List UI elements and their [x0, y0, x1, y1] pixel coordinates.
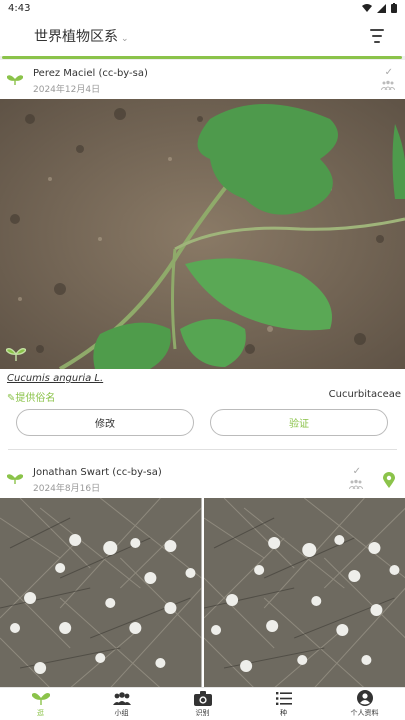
filter-button[interactable] — [369, 29, 385, 43]
battery-icon — [391, 3, 397, 13]
sprout-icon — [31, 690, 50, 706]
app-title: 世界植物区系 — [34, 29, 118, 45]
sprout-badge-icon — [6, 347, 26, 361]
family-name[interactable]: Cucurbitaceae — [329, 389, 401, 400]
group-icon — [112, 690, 131, 706]
group-icon — [349, 479, 363, 489]
nav-groups[interactable]: 小组 — [81, 688, 162, 720]
bottom-nav: 逛 小组 识别 种 个人资料 — [0, 687, 405, 720]
profile-icon — [356, 690, 374, 706]
location-pin-icon[interactable] — [383, 472, 395, 488]
nav-label: 逛 — [37, 709, 44, 717]
flora-selector[interactable]: 世界植物区系 ⌄ — [34, 26, 129, 46]
wifi-icon — [362, 4, 372, 12]
action-row: 修改 验证 — [0, 405, 405, 449]
camera-icon — [193, 690, 212, 706]
nav-label: 种 — [280, 709, 287, 717]
nav-label: 个人资料 — [350, 709, 379, 717]
nav-label: 小组 — [114, 709, 129, 717]
status-icons — [362, 3, 397, 13]
filter-line-icon — [370, 29, 384, 31]
nav-explore[interactable]: 逛 — [0, 688, 81, 720]
edit-button[interactable]: 修改 — [16, 409, 194, 436]
verify-button[interactable]: 验证 — [210, 409, 388, 436]
observer-name[interactable]: Perez Maciel (cc-by-sa) — [33, 68, 148, 79]
observation-date: 2024年12月4日 — [33, 85, 101, 95]
observation-date: 2024年8月16日 — [33, 484, 101, 494]
sprout-icon — [7, 75, 23, 85]
status-bar: 4:43 — [0, 0, 405, 16]
observation-card: Jonathan Swart (cc-by-sa) 2024年8月16日 ✓ — [0, 460, 405, 687]
suggest-name-label: 提供俗名 — [15, 393, 56, 404]
check-icon: ✓ — [384, 67, 393, 78]
status-time: 4:43 — [8, 2, 31, 14]
nav-profile[interactable]: 个人资料 — [324, 688, 405, 720]
progress-bar — [2, 56, 402, 59]
sprout-icon — [7, 474, 23, 484]
observation-header: Perez Maciel (cc-by-sa) 2024年12月4日 ✓ — [0, 61, 405, 99]
flower-photo — [203, 498, 405, 687]
nav-label: 识别 — [195, 709, 210, 717]
suggest-name-link[interactable]: ✎提供俗名 — [7, 389, 55, 404]
observation-photos[interactable] — [0, 498, 405, 687]
group-icon — [381, 80, 395, 90]
species-name[interactable]: Cucumis anguria L. — [0, 373, 405, 387]
signal-icon — [377, 3, 386, 13]
chevron-down-icon: ⌄ — [121, 34, 129, 44]
nav-identify[interactable]: 识别 — [162, 688, 243, 720]
observer-name[interactable]: Jonathan Swart (cc-by-sa) — [33, 467, 162, 478]
observation-header: Jonathan Swart (cc-by-sa) 2024年8月16日 ✓ — [0, 460, 405, 498]
nav-species[interactable]: 种 — [243, 688, 324, 720]
filter-line-icon — [372, 35, 382, 37]
check-icon: ✓ — [352, 466, 361, 477]
observation-photo[interactable] — [0, 99, 405, 369]
app-bar: 世界植物区系 ⌄ — [0, 16, 405, 56]
observation-feed[interactable]: Perez Maciel (cc-by-sa) 2024年12月4日 ✓ Cuc… — [0, 61, 405, 687]
filter-line-icon — [374, 41, 380, 43]
divider — [8, 449, 397, 450]
refresh-indicator — [0, 56, 405, 60]
plant-photo — [0, 99, 405, 369]
name-row: ✎提供俗名 Cucurbitaceae — [0, 387, 405, 405]
list-icon — [275, 690, 293, 706]
flower-photo — [0, 498, 202, 687]
observation-card: Perez Maciel (cc-by-sa) 2024年12月4日 ✓ Cuc… — [0, 61, 405, 450]
